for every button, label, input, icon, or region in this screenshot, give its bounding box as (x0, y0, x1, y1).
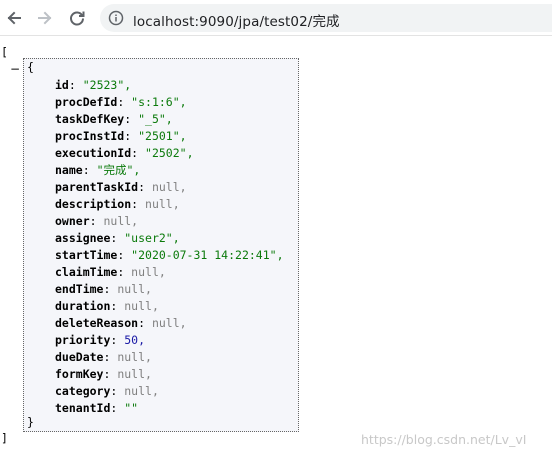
browser-toolbar: localhost:9090/jpa/test02/完成 (0, 0, 552, 36)
info-icon[interactable] (108, 10, 124, 26)
json-field-row: procDefId: "s:1:6", (55, 94, 284, 111)
json-colon: : (89, 214, 104, 228)
json-colon: : (124, 112, 139, 126)
json-key: formKey (55, 367, 104, 381)
json-key: name (55, 163, 83, 177)
reload-icon (70, 11, 85, 26)
json-colon: : (131, 146, 146, 160)
json-colon: : (117, 265, 132, 279)
json-field-row: procInstId: "2501", (55, 128, 284, 145)
json-key: parentTaskId (55, 180, 139, 194)
json-field-row: taskDefKey: "_5", (55, 111, 284, 128)
json-field-row: deleteReason: null, (55, 315, 284, 332)
object-open-brace: { (27, 60, 34, 74)
reload-button[interactable] (65, 6, 89, 30)
json-field-row: duration: null, (55, 298, 284, 315)
back-arrow-icon (7, 11, 21, 25)
json-colon: : (124, 129, 139, 143)
json-colon: : (82, 163, 97, 177)
json-field-row: claimTime: null, (55, 264, 284, 281)
json-key: claimTime (55, 265, 118, 279)
json-value: null, (117, 350, 152, 364)
json-field-row: description: null, (55, 196, 284, 213)
address-bar[interactable]: localhost:9090/jpa/test02/完成 (100, 4, 552, 32)
json-value: null, (117, 282, 152, 296)
json-field-row: tenantId: "" (55, 400, 284, 417)
json-field-row: formKey: null, (55, 366, 284, 383)
json-key: executionId (55, 146, 132, 160)
json-field-row: dueDate: null, (55, 349, 284, 366)
json-key: deleteReason (55, 316, 139, 330)
json-colon: : (110, 401, 125, 415)
json-colon: : (138, 180, 152, 194)
object-close-brace: } (27, 415, 34, 429)
json-viewer: [ − { id: "2523", procDefId: "s:1:6", task… (0, 37, 552, 459)
json-field-row: startTime: "2020-07-31 14:22:41", (55, 247, 284, 264)
collapse-toggle[interactable]: − (10, 62, 20, 76)
json-colon: : (138, 316, 152, 330)
json-value: null, (151, 180, 187, 194)
json-value: "user2", (124, 231, 180, 245)
json-value: 50, (124, 333, 146, 347)
json-key: procInstId (55, 129, 125, 143)
json-value: null, (124, 299, 159, 313)
json-value: "_5", (138, 112, 173, 126)
json-colon: : (110, 231, 125, 245)
json-colon: : (110, 333, 125, 347)
json-fields: id: "2523", procDefId: "s:1:6", taskDefKey… (55, 77, 284, 417)
watermark: https://blog.csdn.net/Lv_vI (361, 432, 527, 447)
json-key: owner (55, 214, 90, 228)
json-field-row: owner: null, (55, 213, 284, 230)
json-colon: : (117, 248, 132, 262)
json-key: category (55, 384, 111, 398)
json-colon: : (103, 350, 118, 364)
array-close-bracket: ] (1, 431, 8, 445)
json-field-row: category: null, (55, 383, 284, 400)
json-key: description (55, 197, 132, 211)
json-field-row: name: "完成", (55, 162, 284, 179)
json-key: endTime (55, 282, 104, 296)
json-key: priority (55, 333, 111, 347)
json-field-row: priority: 50, (55, 332, 284, 349)
json-value: "2502", (145, 146, 194, 160)
json-key: duration (55, 299, 111, 313)
json-colon: : (103, 282, 118, 296)
json-colon: : (110, 299, 125, 313)
json-field-row: executionId: "2502", (55, 145, 284, 162)
json-value: null, (117, 367, 152, 381)
json-field-row: assignee: "user2", (55, 230, 284, 247)
json-key: startTime (55, 248, 118, 262)
json-field-row: parentTaskId: null, (55, 179, 284, 196)
json-value: null, (145, 197, 180, 211)
forward-arrow-icon (38, 11, 52, 25)
json-value: "" (124, 401, 139, 415)
array-open-bracket: [ (1, 45, 8, 59)
back-button[interactable] (2, 6, 26, 30)
json-colon: : (68, 78, 83, 92)
json-value: null, (124, 384, 159, 398)
json-value: "2501", (138, 129, 187, 143)
url-text[interactable]: localhost:9090/jpa/test02/完成 (133, 10, 340, 30)
json-key: tenantId (55, 401, 111, 415)
json-field-row: endTime: null, (55, 281, 284, 298)
json-value: null, (151, 316, 187, 330)
forward-button[interactable] (33, 6, 57, 30)
json-value: "完成", (96, 163, 141, 177)
json-key: assignee (55, 231, 111, 245)
json-colon: : (110, 384, 125, 398)
json-value: "2020-07-31 14:22:41", (131, 248, 284, 262)
json-value: "2523", (82, 78, 132, 92)
json-key: procDefId (55, 95, 118, 109)
json-key: taskDefKey (55, 112, 125, 126)
json-object: { id: "2523", procDefId: "s:1:6", taskDefK… (23, 58, 299, 432)
json-colon: : (117, 95, 132, 109)
json-field-row: id: "2523", (55, 77, 284, 94)
json-value: null, (103, 214, 139, 228)
json-colon: : (131, 197, 146, 211)
json-key: dueDate (55, 350, 104, 364)
json-value: "s:1:6", (131, 95, 187, 109)
json-colon: : (103, 367, 118, 381)
json-value: null, (131, 265, 166, 279)
json-key: id (55, 78, 69, 92)
